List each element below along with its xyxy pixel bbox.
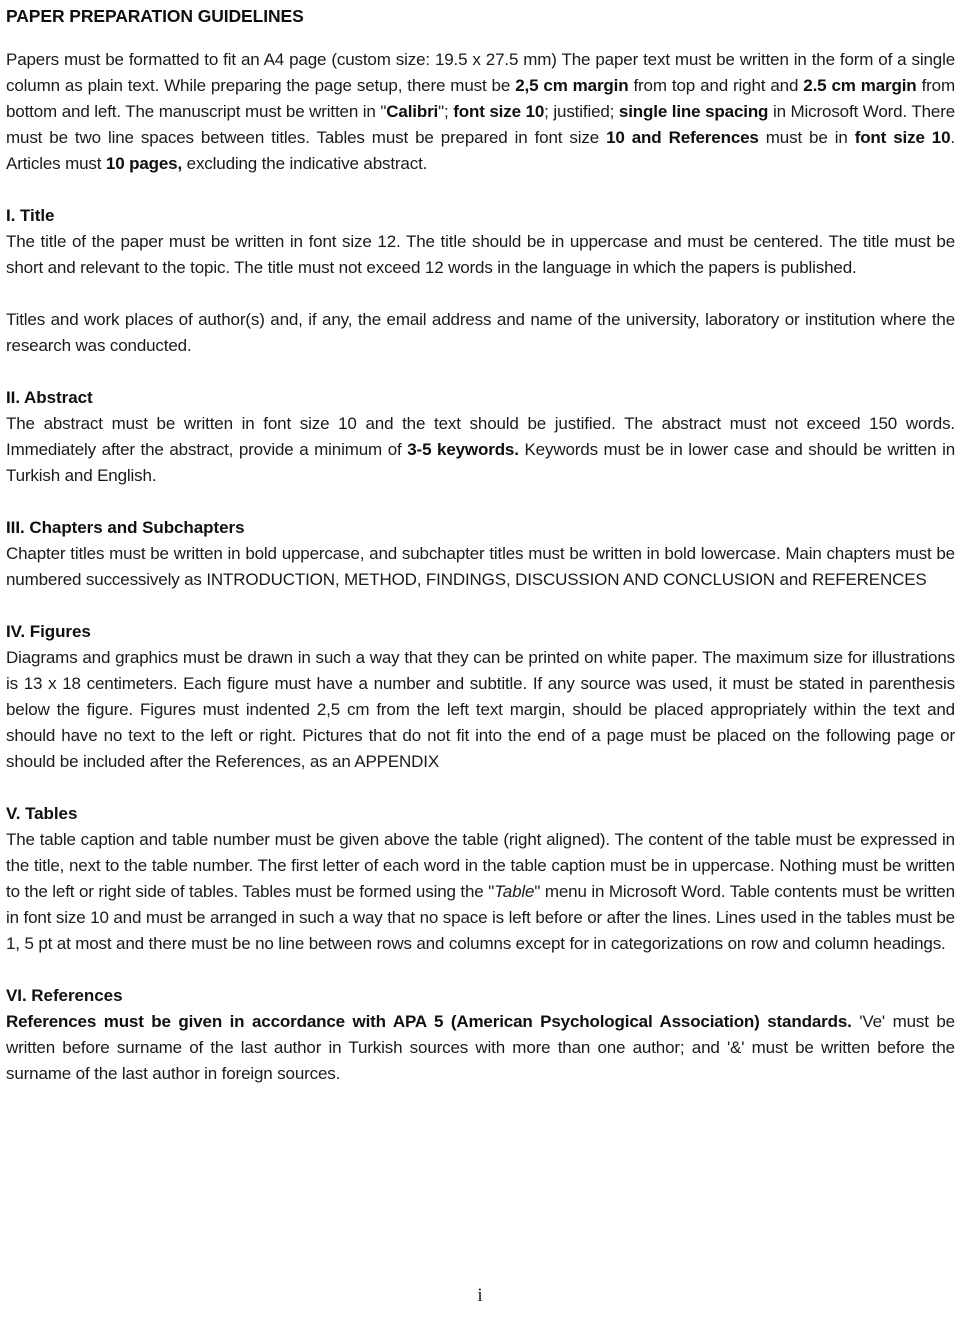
intro-text-5: ; justified;	[544, 102, 619, 121]
section-chapters-paragraph: Chapter titles must be written in bold u…	[6, 544, 955, 589]
intro-text-2: from top and right and	[628, 76, 804, 95]
section-heading-references: VI. References	[6, 986, 123, 1005]
section-figures-paragraph: Diagrams and graphics must be drawn in s…	[6, 648, 955, 771]
intro-bold-8: 10 pages,	[105, 154, 183, 173]
section-title-paragraph-2: Titles and work places of author(s) and,…	[6, 310, 955, 355]
section-references-paragraph: References must be given in accordance w…	[6, 1009, 955, 1087]
section-heading-title: I. Title	[6, 206, 55, 225]
document-page: PAPER PREPARATION GUIDELINES Papers must…	[0, 0, 960, 1331]
intro-text-7: must be in	[758, 128, 855, 147]
page-footer: i	[0, 1285, 960, 1307]
page-number: i	[477, 1285, 483, 1306]
section-tables-paragraph: The table caption and table number must …	[6, 827, 955, 957]
tables-italic-1: Table	[494, 882, 535, 901]
intro-bold-3: Calibri	[386, 102, 439, 121]
section-heading-tables: V. Tables	[6, 804, 78, 823]
section-title-paragraph-1: The title of the paper must be written i…	[6, 232, 955, 277]
page-title: PAPER PREPARATION GUIDELINES	[6, 6, 304, 26]
intro-bold-4: font size 10	[453, 102, 545, 121]
section-heading-figures: IV. Figures	[6, 622, 91, 641]
references-bold-1: References must be given in accordance w…	[6, 1012, 852, 1031]
abstract-bold-1: 3-5 keywords.	[407, 440, 519, 459]
intro-text-9: excluding the indicative abstract.	[182, 154, 428, 173]
intro-paragraph: Papers must be formatted to fit an A4 pa…	[6, 47, 955, 177]
intro-text-4: ";	[438, 102, 454, 121]
intro-bold-1: 2,5 cm margin	[515, 76, 629, 95]
section-heading-chapters: III. Chapters and Subchapters	[6, 518, 245, 537]
section-abstract-paragraph: The abstract must be written in font siz…	[6, 411, 955, 489]
intro-bold-2: 2.5 cm margin	[803, 76, 917, 95]
intro-bold-5: single line spacing	[618, 102, 769, 121]
intro-bold-7: font size 10	[854, 128, 951, 147]
intro-bold-6: 10 and References	[606, 128, 759, 147]
section-heading-abstract: II. Abstract	[6, 388, 93, 407]
